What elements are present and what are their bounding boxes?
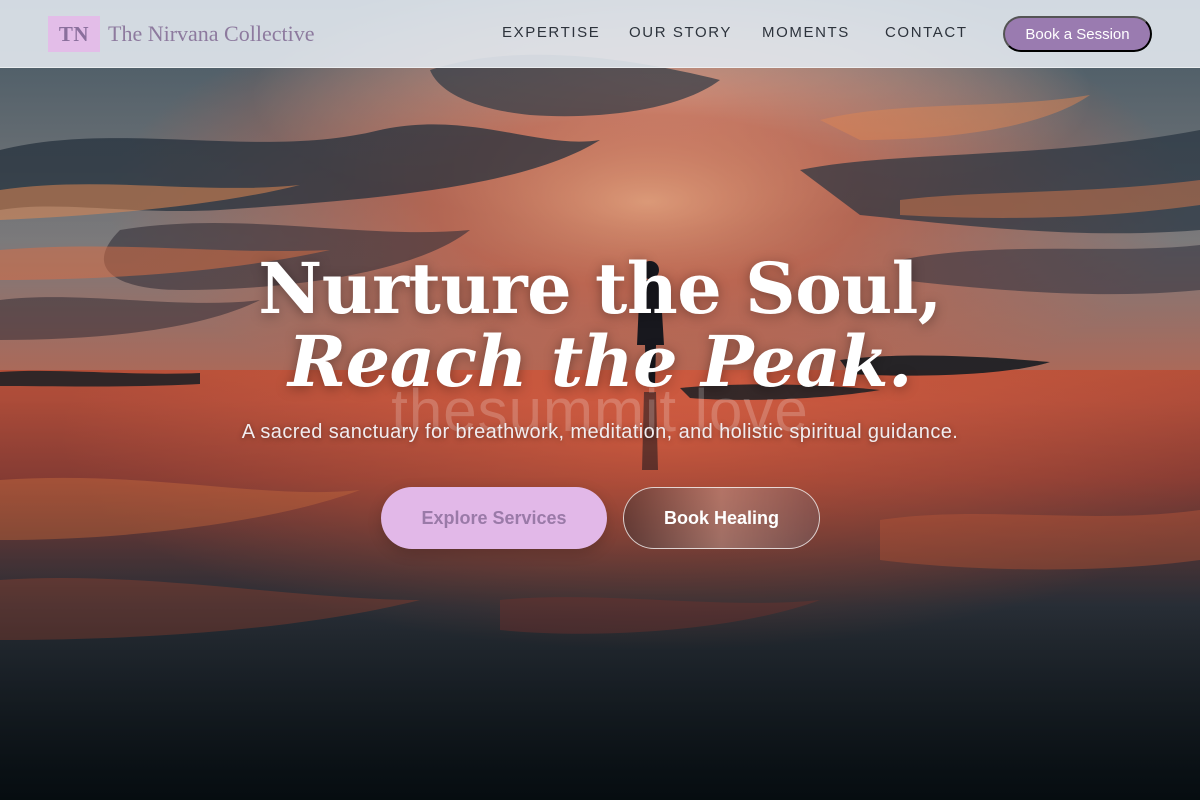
nav-link-moments[interactable]: MOMENTS (762, 24, 850, 41)
nav-link-expertise[interactable]: EXPERTISE (502, 24, 600, 41)
top-navigation-bar: TN The Nirvana Collective EXPERTISE OUR … (0, 0, 1200, 68)
nav-link-our-story[interactable]: OUR STORY (629, 24, 732, 41)
hero-tagline: A sacred sanctuary for breathwork, medit… (241, 421, 959, 443)
nav-link-contact[interactable]: CONTACT (885, 24, 968, 41)
explore-services-button[interactable]: Explore Services (381, 487, 607, 549)
book-session-button[interactable]: Book a Session (1003, 16, 1152, 52)
book-healing-button[interactable]: Book Healing (623, 487, 820, 549)
headline-line-1: Nurture the Soul, (258, 247, 942, 330)
hero-headline: Nurture the Soul, Reach the Peak. (0, 247, 1200, 397)
